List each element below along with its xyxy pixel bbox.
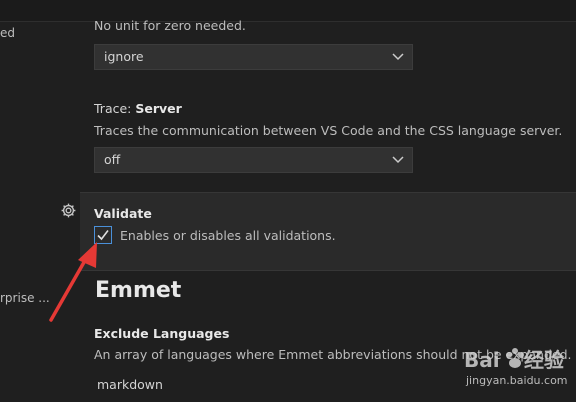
exclude-languages-title: Exclude Languages: [94, 326, 230, 341]
top-bar: [0, 0, 576, 22]
trace-select-value: off: [104, 152, 121, 167]
validate-setting-title: Validate: [94, 206, 152, 221]
trace-title-name: Server: [135, 101, 182, 116]
zero-units-description: No unit for zero needed.: [94, 18, 246, 33]
annotation-arrow-icon: [49, 242, 97, 322]
watermark-url: jingyan.baidu.com: [466, 374, 568, 387]
svg-text:Bai: Bai: [464, 348, 500, 372]
validate-checkbox-label: Enables or disables all validations.: [120, 228, 336, 243]
trace-select[interactable]: off: [94, 147, 413, 173]
chevron-down-icon: [392, 156, 404, 164]
validate-title-text: Validate: [94, 206, 152, 221]
zero-units-select[interactable]: ignore: [94, 44, 413, 70]
zero-units-select-value: ignore: [104, 49, 144, 64]
trace-description: Traces the communication between VS Code…: [94, 123, 563, 138]
chevron-down-icon: [392, 53, 404, 61]
exclude-language-item[interactable]: markdown: [97, 377, 163, 392]
toc-item-partial[interactable]: ed: [0, 26, 15, 40]
gear-icon[interactable]: [60, 202, 77, 219]
trace-title-prefix: Trace:: [94, 101, 136, 116]
trace-setting-title: Trace: Server: [94, 101, 182, 116]
svg-text:经验: 经验: [524, 348, 564, 372]
